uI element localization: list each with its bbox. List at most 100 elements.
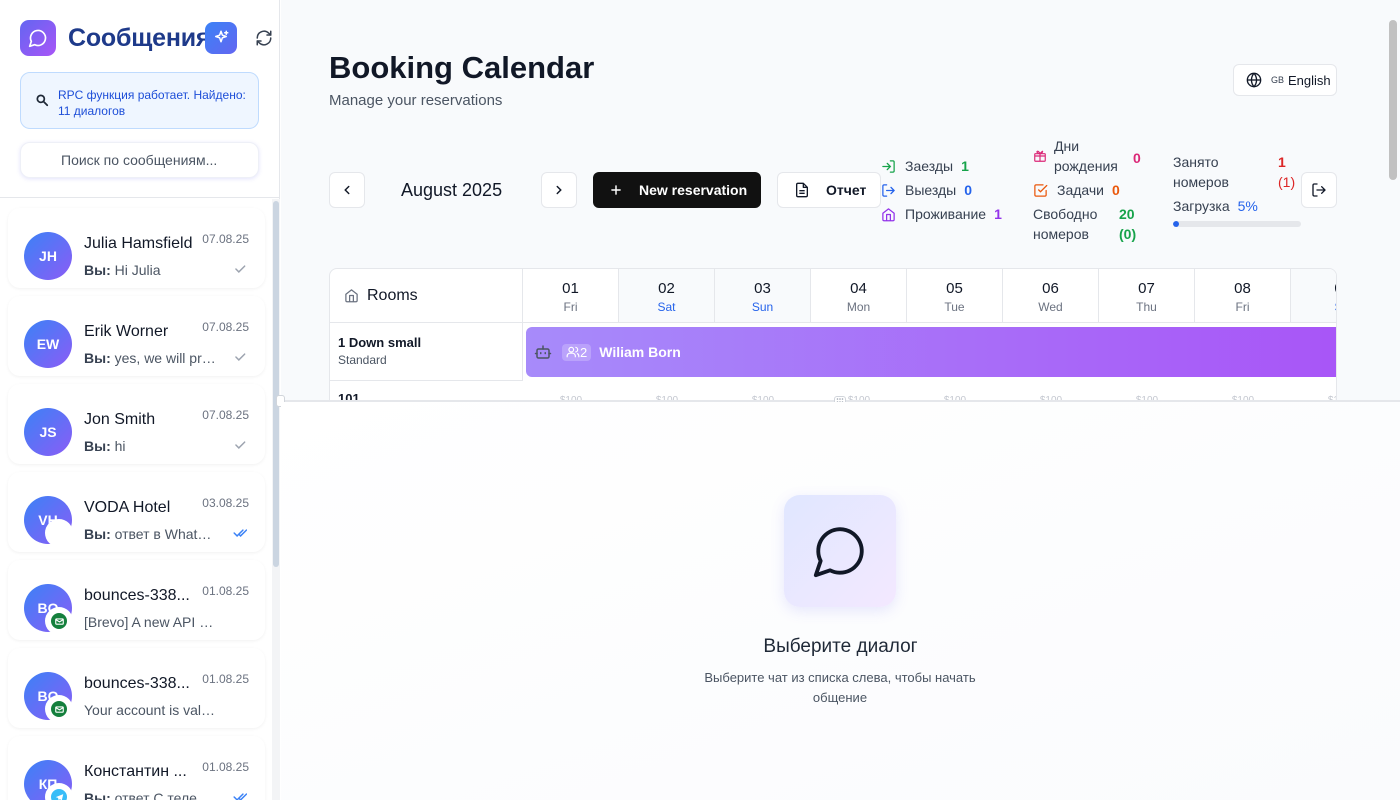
chat-date: 07.08.25 [202, 232, 249, 246]
email-channel-icon [51, 613, 67, 629]
avatar-initials: EW [36, 336, 60, 352]
chat-list-item[interactable]: КП Константин ... 01.08.25 Вы: ответ С теле… [8, 736, 265, 800]
stat-occupied-extra: (1) [1278, 174, 1296, 190]
chat-list-item[interactable]: BO bounces-338... 01.08.25 [Brevo] A new AP… [8, 560, 265, 640]
stat-free-rooms-value: 20 [1119, 206, 1135, 222]
chat-preview: Вы: yes, we will pro... [84, 350, 216, 366]
exit-button[interactable] [1301, 172, 1337, 208]
telegram-channel-icon [51, 789, 67, 800]
day-name: Sat [657, 300, 676, 314]
day-name: Mon [846, 300, 871, 314]
day-number: 01 [562, 280, 579, 297]
day-number: 02 [658, 280, 675, 297]
chat-preview: Вы: ответ в Whatsa... [84, 526, 216, 542]
rooms-header-label: Rooms [367, 286, 418, 304]
chat-sidebar: Сообщения RPC функция работает. Найдено:… [0, 0, 280, 800]
day-name: Sun [751, 300, 774, 314]
chat-name: bounces-338... [84, 675, 190, 692]
stat-tasks-label: Задачи [1057, 182, 1105, 198]
rpc-status-text: RPC функция работает. Найдено: 11 диалог… [58, 88, 246, 118]
day-name: Wed [1038, 300, 1063, 314]
booking-scroll-thumb[interactable] [1389, 20, 1397, 180]
stat-load: Загрузка 5% [1173, 198, 1258, 214]
room-row[interactable]: 1 Down small Standard [330, 323, 523, 381]
chat-preview-text: ответ С телеги ... [114, 790, 216, 800]
booking-scrollbar[interactable] [1386, 0, 1400, 400]
day-header: 06 Wed [1003, 269, 1099, 323]
search-input[interactable] [61, 152, 241, 168]
rpc-status-banner: RPC функция работает. Найдено: 11 диалог… [20, 72, 259, 129]
chat-preview-text: ответ в Whatsa... [114, 526, 216, 542]
new-reservation-button[interactable]: New reservation [593, 172, 761, 208]
day-number: 07 [1138, 280, 1155, 297]
login-icon [881, 158, 897, 174]
check-icon [235, 265, 246, 273]
logout-icon [881, 182, 897, 198]
chat-sender: Вы: [84, 790, 111, 800]
chat-list-item[interactable]: EW Erik Worner 07.08.25 Вы: yes, we will pr… [8, 296, 265, 376]
chat-list-item[interactable]: BO bounces-338... 01.08.25 Your account is … [8, 648, 265, 728]
stat-checkouts: Выезды 0 [881, 182, 972, 198]
language-label: English [1288, 72, 1331, 88]
chat-list-item[interactable]: JH Julia Hamsfield 07.08.25 Вы: Hi Julia [8, 208, 265, 288]
stat-free-rooms: Свободно номеров 20 (0) [1033, 204, 1143, 244]
chat-preview: Вы: ответ С телеги ... [84, 790, 216, 800]
stat-checkouts-label: Выезды [905, 182, 957, 198]
stat-occupied-rooms: Занято номеров 1 (1) [1173, 152, 1303, 192]
chevron-left-icon [344, 185, 350, 195]
stat-occupied-label: Занято номеров [1173, 154, 1229, 190]
chat-preview-text: Hi Julia [114, 262, 161, 278]
chat-preview-text: [Brevo] A new API k... [84, 614, 216, 630]
sidebar-header: Сообщения RPC функция работает. Найдено:… [0, 0, 279, 198]
guest-name: Wiliam Born [599, 344, 681, 360]
channel-badge [46, 520, 72, 546]
language-select[interactable]: GB English [1233, 64, 1337, 96]
load-progress-fill [1173, 221, 1180, 227]
day-number: 05 [946, 280, 963, 297]
room-name: 1 Down small [338, 335, 422, 350]
next-month-button[interactable] [541, 172, 577, 208]
channel-badge [46, 608, 72, 634]
chat-date: 01.08.25 [202, 672, 249, 686]
chat-name: Jon Smith [84, 411, 156, 428]
chat-preview: Вы: hi [84, 438, 216, 454]
booking-calendar-panel: Booking Calendar Manage your reservation… [281, 0, 1400, 400]
check-icon [235, 353, 246, 361]
chat-bubble-icon [784, 495, 896, 607]
chat-preview: Вы: Hi Julia [84, 262, 216, 278]
chat-list: JH Julia Hamsfield 07.08.25 Вы: Hi Julia EW E… [0, 199, 280, 800]
double-check-icon [233, 793, 247, 800]
chat-preview-text: hi [114, 438, 126, 454]
chat-list-item[interactable]: JS Jon Smith 07.08.25 Вы: hi [8, 384, 265, 464]
day-header: 0S [1291, 269, 1336, 323]
day-header: 05 Tue [907, 269, 1003, 323]
whatsapp-channel-icon [51, 525, 67, 541]
chat-list-item[interactable]: VH VODA Hotel 03.08.25 Вы: ответ в Whatsa..… [8, 472, 265, 552]
refresh-button[interactable] [248, 22, 280, 54]
chat-date: 01.08.25 [202, 584, 249, 598]
channel-badge [46, 696, 72, 722]
chat-list-scroll-thumb[interactable] [273, 201, 279, 567]
chat-sender: Вы: [84, 526, 111, 542]
stat-staying-value: 1 [994, 206, 1002, 222]
prev-month-button[interactable] [329, 172, 365, 208]
chat-preview: [Brevo] A new API k... [84, 614, 216, 630]
stat-free-rooms-label: Свободно номеров [1033, 206, 1098, 242]
reservation-bar[interactable]: 2 Wiliam Born [526, 327, 1336, 377]
day-name: S [1291, 300, 1336, 314]
avatar-initials: JH [39, 248, 57, 264]
magnifier-icon [35, 93, 53, 128]
check-icon [235, 441, 246, 449]
load-progress-bar [1173, 221, 1301, 227]
report-button[interactable]: Отчет [777, 172, 881, 208]
day-name: Tue [944, 300, 965, 314]
home-icon [881, 206, 897, 222]
chat-preview: Your account is valid... [84, 702, 216, 718]
day-name: Thu [1136, 300, 1157, 314]
day-number: 03 [754, 280, 771, 297]
day-header: 02 Sat [619, 269, 715, 323]
room-type: Standard [338, 353, 387, 367]
day-header: 04 Mon [811, 269, 907, 323]
ai-sparkle-button[interactable] [205, 22, 237, 54]
message-search[interactable] [20, 142, 259, 178]
